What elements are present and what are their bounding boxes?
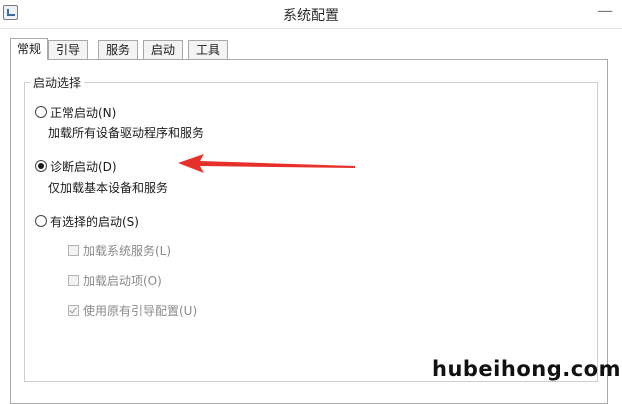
diagnostic-startup-label[interactable]: 诊断启动(D) bbox=[50, 158, 117, 175]
normal-startup-radio[interactable] bbox=[35, 106, 47, 118]
load-startup-items-option[interactable]: 加载启动项(O) bbox=[68, 272, 162, 288]
selective-startup-option[interactable]: 有选择的启动(S) bbox=[35, 212, 139, 230]
normal-startup-option[interactable]: 正常启动(N) bbox=[35, 103, 116, 121]
tab-boot[interactable]: 引导 bbox=[48, 40, 88, 59]
title-bar: 系统配置 — bbox=[0, 0, 622, 29]
arrow-shape bbox=[178, 154, 355, 173]
load-system-services-option[interactable]: 加载系统服务(L) bbox=[68, 242, 171, 258]
diagnostic-startup-option[interactable]: 诊断启动(D) bbox=[35, 157, 117, 175]
use-original-boot-config-checkbox[interactable] bbox=[68, 304, 79, 316]
startup-selection-legend: 启动选择 bbox=[30, 74, 85, 91]
watermark-text: hubeihong.com bbox=[432, 357, 621, 381]
use-original-boot-config-label[interactable]: 使用原有引导配置(U) bbox=[83, 302, 197, 319]
tab-tools[interactable]: 工具 bbox=[188, 40, 228, 59]
diagnostic-startup-description: 仅加载基本设备和服务 bbox=[48, 181, 169, 195]
use-original-boot-config-option[interactable]: 使用原有引导配置(U) bbox=[68, 302, 197, 318]
normal-startup-label[interactable]: 正常启动(N) bbox=[50, 104, 116, 121]
diagnostic-startup-radio[interactable] bbox=[35, 160, 47, 172]
tab-startup[interactable]: 启动 bbox=[143, 40, 183, 59]
selective-startup-label[interactable]: 有选择的启动(S) bbox=[50, 213, 139, 230]
tab-general[interactable]: 常规 bbox=[10, 38, 48, 60]
minimize-button[interactable]: — bbox=[590, 0, 620, 22]
load-startup-items-checkbox[interactable] bbox=[68, 274, 79, 286]
load-system-services-checkbox[interactable] bbox=[68, 244, 79, 256]
normal-startup-description: 加载所有设备驱动程序和服务 bbox=[48, 126, 205, 140]
window-title: 系统配置 bbox=[283, 8, 339, 24]
selective-startup-radio[interactable] bbox=[35, 215, 47, 227]
load-system-services-label[interactable]: 加载系统服务(L) bbox=[83, 242, 171, 259]
tab-services[interactable]: 服务 bbox=[98, 40, 138, 59]
load-startup-items-label[interactable]: 加载启动项(O) bbox=[83, 272, 162, 289]
red-arrow-annotation bbox=[178, 154, 355, 173]
